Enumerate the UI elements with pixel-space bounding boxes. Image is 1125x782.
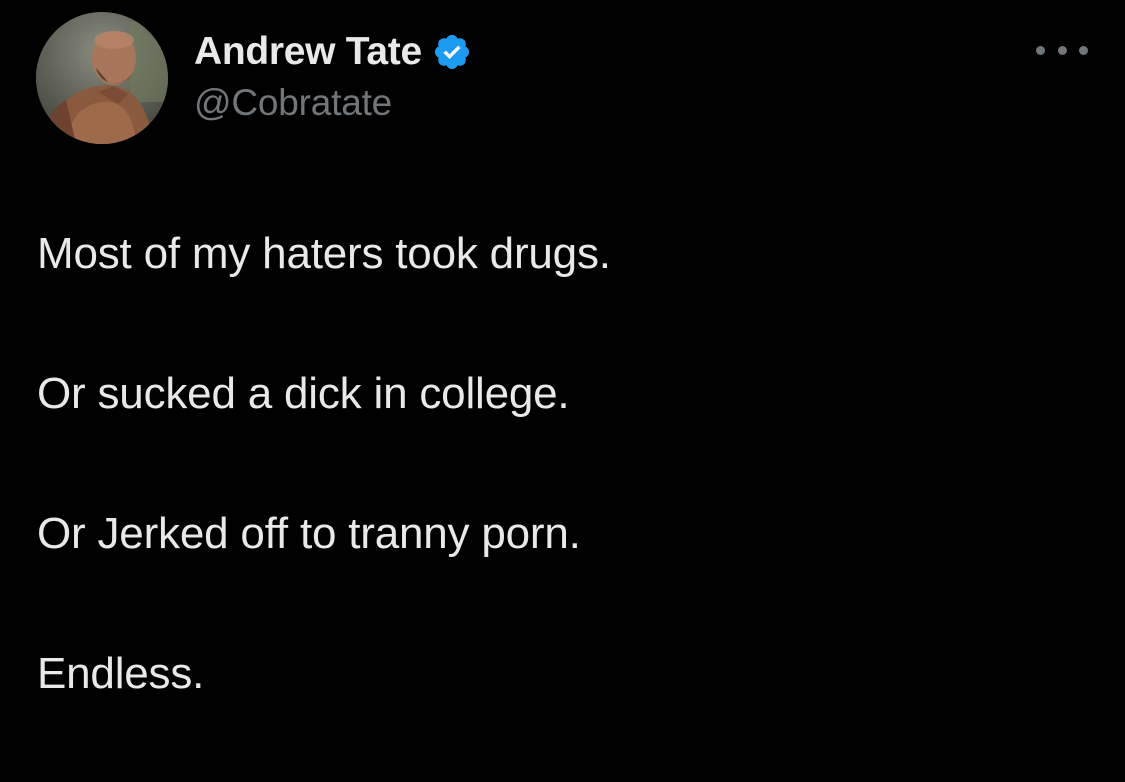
author-handle[interactable]: @Cobratate bbox=[194, 82, 392, 124]
tweet-text: Most of my haters took drugs. Or sucked … bbox=[37, 222, 1097, 782]
tweet-paragraph: Or sucked a dick in college. bbox=[37, 369, 570, 418]
tweet-paragraph: Or Jerked off to tranny porn. bbox=[37, 509, 581, 558]
tweet: Andrew Tate @Cobratate Most of my haters… bbox=[0, 0, 1125, 724]
more-dot bbox=[1057, 45, 1067, 55]
tweet-paragraph: Most of my haters took drugs. bbox=[37, 229, 611, 278]
author-display-name[interactable]: Andrew Tate bbox=[194, 30, 422, 74]
verified-badge-icon[interactable] bbox=[432, 32, 472, 72]
more-options-icon[interactable] bbox=[1036, 38, 1088, 62]
avatar[interactable] bbox=[36, 12, 168, 144]
tweet-paragraph: Endless. bbox=[37, 649, 205, 698]
avatar-image bbox=[36, 12, 168, 144]
more-dot bbox=[1079, 45, 1088, 55]
more-dot bbox=[1036, 45, 1045, 55]
author-name-row: Andrew Tate bbox=[194, 28, 472, 76]
